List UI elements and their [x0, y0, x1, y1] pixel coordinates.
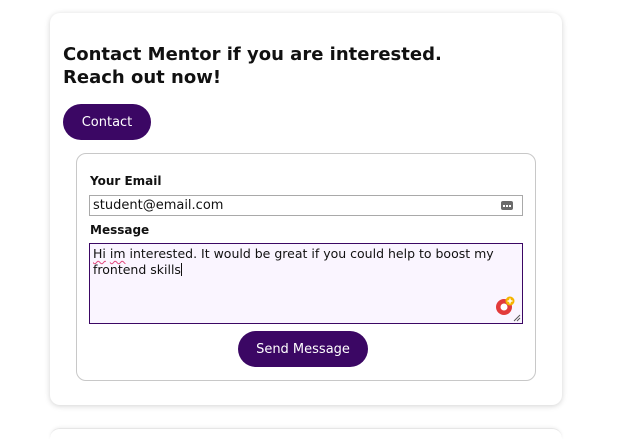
email-value: student@email.com — [93, 198, 224, 213]
headline-line-2: Reach out now! — [63, 67, 222, 88]
grammar-assistant-icon[interactable] — [495, 296, 515, 316]
send-message-button[interactable]: Send Message — [238, 331, 368, 367]
email-label: Your Email — [90, 174, 162, 188]
message-word-hi: Hi — [93, 246, 106, 261]
text-caret — [180, 263, 182, 276]
email-field[interactable]: student@email.com — [89, 195, 523, 216]
contact-mentor-card: Contact Mentor if you are interested. Re… — [50, 13, 562, 405]
message-word-im: im — [109, 246, 126, 261]
next-card-edge — [50, 428, 562, 439]
headline-line-1: Contact Mentor if you are interested. — [63, 44, 442, 65]
contact-form: Your Email student@email.com Message Hi … — [76, 153, 536, 381]
message-textarea[interactable]: Hi im interested. It would be great if y… — [89, 243, 523, 324]
contact-button[interactable]: Contact — [63, 104, 151, 140]
resize-handle-icon[interactable] — [513, 314, 521, 322]
message-label: Message — [90, 223, 150, 237]
message-text: interested. It would be great if you cou… — [93, 246, 494, 277]
card-headline: Contact Mentor if you are interested. Re… — [63, 43, 483, 89]
autofill-icon[interactable] — [501, 201, 513, 210]
